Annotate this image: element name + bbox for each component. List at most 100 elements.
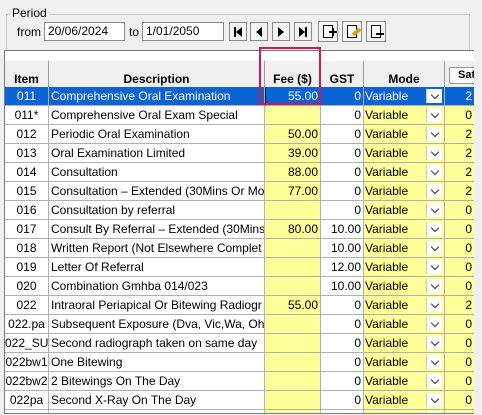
extra-cell[interactable]: 2	[445, 182, 475, 201]
last-button[interactable]	[294, 22, 312, 41]
fee-cell[interactable]	[265, 258, 321, 277]
gst-cell[interactable]: 0	[321, 334, 364, 353]
mode-select[interactable]: Variable	[364, 391, 445, 410]
item-cell[interactable]: 017	[5, 220, 49, 239]
gst-cell[interactable]: 0	[321, 163, 364, 182]
fee-cell[interactable]	[265, 106, 321, 125]
chevron-down-icon[interactable]	[426, 203, 442, 217]
description-cell[interactable]: Comprehensive Oral Examination	[49, 87, 265, 106]
first-button[interactable]	[229, 22, 247, 41]
mode-select[interactable]: Variable	[364, 163, 445, 182]
mode-select[interactable]: Variable	[364, 410, 445, 413]
mode-select[interactable]: Variable	[364, 144, 445, 163]
fee-cell[interactable]	[265, 410, 321, 413]
description-cell[interactable]: Second radiograph taken on same day	[49, 334, 265, 353]
edit-record-button[interactable]	[342, 21, 362, 42]
description-cell[interactable]: Second X-Ray On The Day	[49, 391, 265, 410]
fee-cell[interactable]	[265, 334, 321, 353]
delete-record-button[interactable]	[366, 21, 386, 42]
fee-cell[interactable]	[265, 372, 321, 391]
item-cell[interactable]: 022_SU	[5, 334, 49, 353]
chevron-down-icon[interactable]	[426, 279, 442, 293]
mode-select[interactable]: Variable	[364, 353, 445, 372]
description-cell[interactable]: Subsequent Exposure (Dva, Vic,Wa, Oh	[49, 315, 265, 334]
chevron-down-icon[interactable]	[426, 184, 442, 198]
chevron-down-icon[interactable]	[426, 108, 442, 122]
item-cell[interactable]: 022bw2	[5, 372, 49, 391]
mode-select[interactable]: Variable	[364, 372, 445, 391]
gst-cell[interactable]: 0	[321, 410, 364, 413]
item-cell[interactable]: 022	[5, 296, 49, 315]
extra-cell[interactable]: 2	[445, 163, 475, 182]
mode-select[interactable]: Variable	[364, 182, 445, 201]
chevron-down-icon[interactable]	[426, 241, 442, 255]
chevron-down-icon[interactable]	[426, 374, 442, 388]
gst-cell[interactable]: 10.00	[321, 220, 364, 239]
item-cell[interactable]: 013	[5, 144, 49, 163]
gst-cell[interactable]: 10.00	[321, 239, 364, 258]
extra-cell[interactable]: 0	[445, 372, 475, 391]
gst-cell[interactable]: 0	[321, 391, 364, 410]
chevron-down-icon[interactable]	[426, 146, 442, 160]
item-cell[interactable]: 026	[5, 410, 49, 413]
description-cell[interactable]: Combination Gmhba 014/023	[49, 277, 265, 296]
mode-select[interactable]: Variable	[364, 220, 445, 239]
extra-cell[interactable]: 0	[445, 334, 475, 353]
item-cell[interactable]: 011	[5, 87, 49, 106]
fee-cell[interactable]	[265, 391, 321, 410]
mode-select[interactable]: Variable	[364, 277, 445, 296]
chevron-down-icon[interactable]	[426, 298, 442, 312]
description-cell[interactable]: Consult By Referral – Extended (30Mins	[49, 220, 265, 239]
chevron-down-icon[interactable]	[426, 412, 442, 413]
item-cell[interactable]: 019	[5, 258, 49, 277]
fee-cell[interactable]: 80.00	[265, 220, 321, 239]
gst-cell[interactable]: 0	[321, 87, 364, 106]
next-button[interactable]	[272, 22, 290, 41]
chevron-down-icon[interactable]	[426, 222, 442, 236]
fee-cell[interactable]: 88.00	[265, 163, 321, 182]
description-cell[interactable]: 2 Bitewings On The Day	[49, 372, 265, 391]
item-cell[interactable]: 014	[5, 163, 49, 182]
mode-select[interactable]: Variable	[364, 125, 445, 144]
fee-cell[interactable]	[265, 201, 321, 220]
item-cell[interactable]: 018	[5, 239, 49, 258]
item-cell[interactable]: 016	[5, 201, 49, 220]
description-cell[interactable]: Consultation – Extended (30Mins Or Mo	[49, 182, 265, 201]
gst-cell[interactable]: 0	[321, 201, 364, 220]
gst-cell[interactable]: 0	[321, 182, 364, 201]
mode-select[interactable]: Variable	[364, 296, 445, 315]
extra-cell[interactable]: 0	[445, 258, 475, 277]
mode-select[interactable]: Variable	[364, 258, 445, 277]
item-cell[interactable]: 022pa	[5, 391, 49, 410]
gst-cell[interactable]: 0	[321, 125, 364, 144]
fee-cell[interactable]	[265, 353, 321, 372]
to-date-input[interactable]: 1/01/2050	[142, 22, 224, 41]
extra-cell[interactable]: 0	[445, 391, 475, 410]
mode-select[interactable]: Variable	[364, 87, 445, 106]
chevron-down-icon[interactable]	[426, 89, 442, 103]
extra-cell[interactable]: 2	[445, 87, 475, 106]
gst-cell[interactable]: 0	[321, 353, 364, 372]
gst-cell[interactable]: 0	[321, 106, 364, 125]
mode-select[interactable]: Variable	[364, 315, 445, 334]
extra-cell[interactable]: 2	[445, 296, 475, 315]
gst-cell[interactable]: 10.00	[321, 277, 364, 296]
extra-cell[interactable]: 0	[445, 410, 475, 413]
extra-cell[interactable]: 0	[445, 315, 475, 334]
extra-cell[interactable]: 0	[445, 201, 475, 220]
chevron-down-icon[interactable]	[426, 393, 442, 407]
chevron-down-icon[interactable]	[426, 260, 442, 274]
fee-cell[interactable]	[265, 239, 321, 258]
extra-cell[interactable]: 0	[445, 277, 475, 296]
item-cell[interactable]: 012	[5, 125, 49, 144]
extra-cell[interactable]: 2	[445, 125, 475, 144]
item-cell[interactable]: 011*	[5, 106, 49, 125]
mode-select[interactable]: Variable	[364, 239, 445, 258]
add-record-button[interactable]	[318, 21, 338, 42]
chevron-down-icon[interactable]	[426, 336, 442, 350]
description-cell[interactable]: Oral Examination Limited	[49, 144, 265, 163]
description-cell[interactable]: Consultation by referral	[49, 201, 265, 220]
item-cell[interactable]: 022bw1	[5, 353, 49, 372]
description-cell[interactable]: Consultation	[49, 163, 265, 182]
fee-schedule-grid[interactable]: Item Description Fee ($) GST Mode 011 Com…	[4, 50, 476, 414]
